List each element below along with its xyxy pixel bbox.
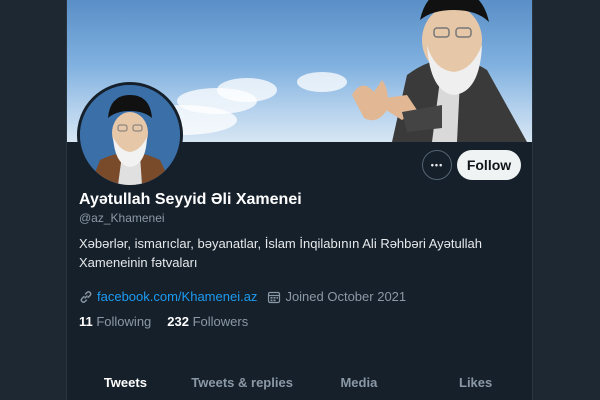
profile-tabs: Tweets Tweets & replies Media Likes [67,375,532,400]
following-label: Following [96,314,152,329]
profile-bio: Xəbərlər, ismarıclar, bəyanatlar, İslam … [79,236,482,270]
tab-tweets[interactable]: Tweets [67,375,184,400]
tab-tweets-replies[interactable]: Tweets & replies [184,375,301,400]
profile-handle: @az_Khamenei [79,211,165,225]
profile-name: Ayətullah Seyyid Əli Xamenei [79,191,302,208]
profile-meta: facebook.com/Khamenei.az Joined October … [79,289,406,304]
calendar-icon [268,291,281,303]
profile-avatar[interactable] [77,82,183,188]
joined-date: Joined October 2021 [267,289,406,304]
followers-link[interactable]: 232 Followers [167,314,248,329]
link-icon [80,290,92,303]
followers-count: 232 [167,314,193,329]
more-icon: ••• [430,160,444,170]
profile-stats: 11 Following 232 Followers [79,314,264,329]
following-link[interactable]: 11 Following [79,314,151,329]
profile-column: ••• Follow Ayətullah Seyyid Əli Xamenei … [66,0,533,400]
following-count: 11 [79,314,97,329]
right-gutter [533,0,600,400]
more-options-button[interactable]: ••• [422,150,452,180]
joined-label: Joined October 2021 [285,289,407,304]
left-gutter [0,0,66,400]
website-link[interactable]: facebook.com/Khamenei.az [97,289,257,304]
followers-label: Followers [192,314,249,329]
tab-likes[interactable]: Likes [417,375,532,400]
follow-button[interactable]: Follow [457,150,521,180]
tab-media[interactable]: Media [301,375,418,400]
banner-portrait [282,0,532,142]
